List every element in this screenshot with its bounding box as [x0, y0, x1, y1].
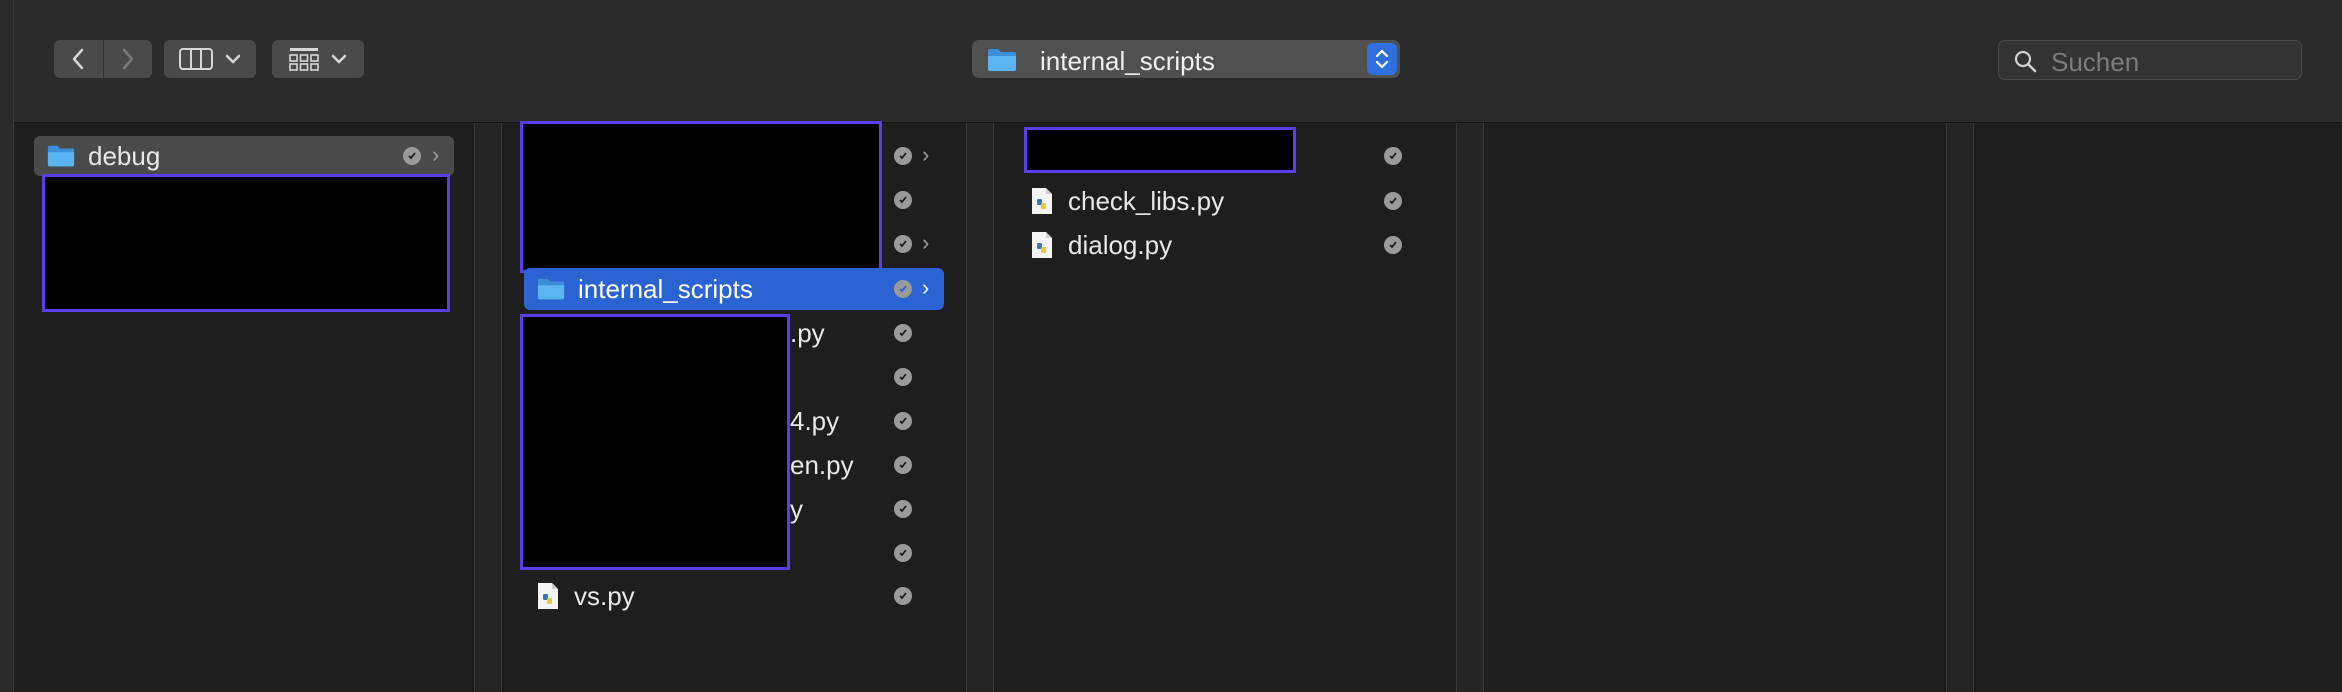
sync-status-icon: [894, 324, 912, 342]
chevron-right-icon: ›: [922, 275, 930, 300]
sync-status-icon: [894, 280, 912, 298]
column-divider[interactable]: [1456, 123, 1484, 692]
chevron-down-icon: [331, 54, 347, 64]
grid-icon: [289, 48, 319, 71]
column-divider[interactable]: [1946, 123, 1974, 692]
list-item-label: internal_scripts: [578, 273, 753, 304]
list-item[interactable]: .py: [790, 313, 825, 353]
list-item-label: y: [790, 493, 803, 524]
sync-status-icon: [1384, 236, 1402, 254]
redacted-region: [520, 121, 882, 273]
list-item-label: vs.py: [574, 580, 635, 611]
python-file-icon: [1032, 188, 1052, 214]
list-item-label: dialog.py: [1068, 229, 1173, 260]
list-item[interactable]: en.py: [790, 445, 854, 485]
list-item-check-libs[interactable]: check_libs.py: [1030, 181, 1370, 221]
list-item-label: 4.py: [790, 405, 840, 436]
chevron-left-icon: [73, 48, 84, 70]
chevron-right-icon: ›: [922, 230, 930, 255]
toolbar: internal_scripts Suchen: [14, 0, 2342, 123]
sync-status-icon: [403, 147, 421, 165]
list-item-internal-scripts[interactable]: internal_scripts: [536, 269, 916, 309]
back-button[interactable]: [54, 40, 104, 78]
sync-status-icon: [894, 235, 912, 253]
path-popup-label: internal_scripts: [1040, 46, 1215, 76]
folder-icon: [537, 278, 565, 300]
list-item-dialog[interactable]: dialog.py: [1030, 225, 1370, 265]
column-divider[interactable]: [966, 123, 994, 692]
list-item-debug[interactable]: debug: [46, 136, 446, 176]
python-file-icon: [538, 583, 558, 609]
redacted-region: [42, 174, 450, 312]
sync-status-icon: [894, 456, 912, 474]
sync-status-icon: [894, 412, 912, 430]
list-item-label: debug: [88, 140, 161, 171]
folder-icon: [988, 49, 1016, 71]
list-item-label: check_libs.py: [1068, 185, 1225, 216]
search-field[interactable]: Suchen: [1998, 40, 2302, 80]
sync-status-icon: [894, 368, 912, 386]
chevron-down-icon: [225, 54, 241, 64]
redacted-region: [1024, 127, 1296, 173]
search-placeholder: Suchen: [2051, 47, 2140, 77]
list-item-vs-py[interactable]: vs.py: [536, 576, 876, 616]
popup-stepper[interactable]: [1367, 43, 1397, 75]
list-item[interactable]: 4.py: [790, 401, 839, 441]
list-item[interactable]: y: [790, 489, 803, 529]
window-edge: [0, 0, 14, 692]
sync-status-icon: [894, 544, 912, 562]
chevron-right-icon: ›: [432, 142, 440, 167]
python-file-icon: [1032, 232, 1052, 258]
sync-status-icon: [894, 587, 912, 605]
column-divider[interactable]: [474, 123, 502, 692]
view-mode-button[interactable]: [164, 40, 256, 78]
sync-status-icon: [894, 500, 912, 518]
chevron-right-icon: ›: [922, 142, 930, 167]
list-item-label: en.py: [790, 449, 854, 480]
group-button[interactable]: [272, 40, 364, 78]
search-icon: [2014, 50, 2037, 73]
forward-button[interactable]: [104, 40, 153, 78]
sync-status-icon: [1384, 192, 1402, 210]
list-item-label: .py: [790, 317, 825, 348]
columns-icon: [179, 48, 213, 70]
folder-icon: [47, 145, 75, 167]
sync-status-icon: [1384, 147, 1402, 165]
sync-status-icon: [894, 191, 912, 209]
nav-buttons: [54, 40, 152, 78]
up-down-chevron-icon: [1375, 49, 1389, 69]
redacted-region: [520, 314, 790, 570]
sync-status-icon: [894, 147, 912, 165]
chevron-right-icon: [122, 48, 133, 70]
path-popup-button[interactable]: internal_scripts: [972, 40, 1400, 78]
